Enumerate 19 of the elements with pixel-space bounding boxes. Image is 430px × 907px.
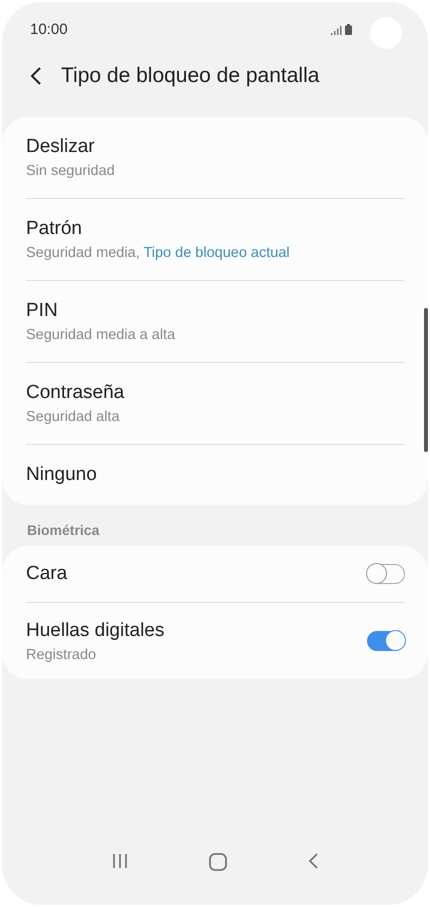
- home-icon[interactable]: [208, 853, 227, 871]
- lock-type-item[interactable]: Contraseña Seguridad alta: [26, 363, 404, 445]
- toggle-switch[interactable]: [367, 631, 405, 651]
- screen-title: Tipo de bloqueo de pantalla: [61, 64, 320, 88]
- lock-type-item[interactable]: PIN Seguridad media a alta: [26, 281, 404, 363]
- section-heading: Biométrica: [27, 522, 100, 538]
- recents-icon[interactable]: [112, 853, 128, 869]
- lock-type-item[interactable]: Deslizar Sin seguridad: [26, 117, 404, 199]
- battery-icon: [345, 24, 352, 34]
- setting-title: Cara: [26, 563, 68, 585]
- toggle-switch[interactable]: [367, 564, 405, 584]
- back-nav-icon[interactable]: [308, 853, 318, 869]
- status-time: 10:00: [30, 20, 68, 38]
- setting-subtitle: Registrado: [26, 646, 98, 662]
- lock-type-item[interactable]: Ninguno: [26, 445, 404, 505]
- back-icon[interactable]: [30, 67, 42, 85]
- lock-type-item[interactable]: Patrón Seguridad media, Tipo de bloqueo actual: [26, 199, 404, 281]
- setting-title: Huellas digitales: [26, 620, 164, 642]
- signal-icon: [331, 26, 342, 34]
